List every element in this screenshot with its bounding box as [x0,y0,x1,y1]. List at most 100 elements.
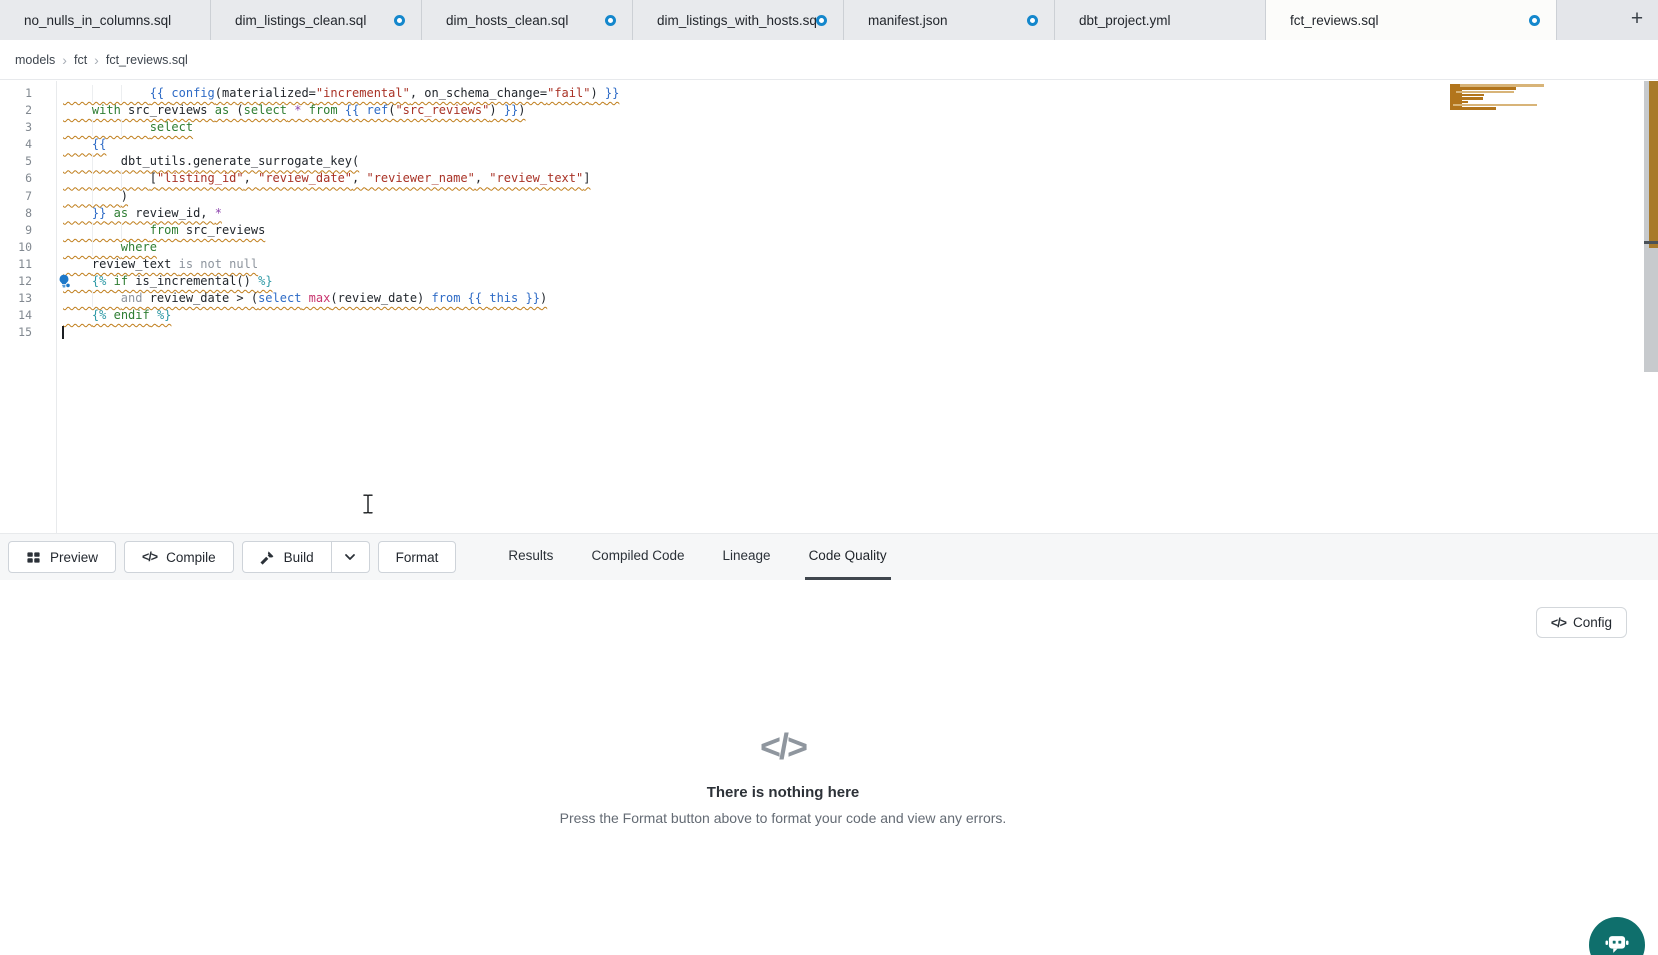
build-button[interactable]: Build [242,541,332,573]
modified-dot-icon [1529,15,1540,26]
modified-dot-icon [394,15,405,26]
code-icon: </> [1551,616,1566,630]
code-area[interactable]: {{ config(materialized="incremental", on… [63,81,1548,341]
breadcrumb-item[interactable]: fct_reviews.sql [106,53,188,67]
build-split-button: Build [242,541,370,573]
panel-tab-lineage[interactable]: Lineage [719,534,775,580]
code-line-3[interactable]: select [63,119,1548,136]
empty-state-description: Press the Format button above to format … [0,810,1566,826]
code-line-2[interactable]: with src_reviews as (select * from {{ re… [63,102,1548,119]
code-line-9[interactable]: from src_reviews [63,222,1548,239]
code-line-15[interactable] [63,324,1548,341]
minimap-line [1450,101,1468,104]
tab-dim_hosts_clean.sql[interactable]: dim_hosts_clean.sql [422,0,633,40]
breadcrumb-item[interactable]: fct [74,53,87,67]
robot-icon [1602,928,1632,955]
tab-bar: no_nulls_in_columns.sql dim_listings_clea… [0,0,1658,40]
tab-dbt_project.yml[interactable]: dbt_project.yml [1055,0,1266,40]
tab-manifest.json[interactable]: manifest.json [844,0,1055,40]
panel-tabs: Results Compiled Code Lineage Code Quality [504,534,890,580]
modified-dot-icon [1027,15,1038,26]
bottom-toolbar: Preview </> Compile Build Format Results Comp… [0,533,1658,580]
line-number: 2 [0,102,32,119]
code-line-8[interactable]: }} as review_id, * [63,205,1548,222]
scrollbar[interactable] [1644,81,1658,372]
compile-button[interactable]: </> Compile [124,541,234,573]
tab-dim_listings_with_hosts.sql[interactable]: dim_listings_with_hosts.sql [633,0,844,40]
line-number: 3 [0,119,32,136]
line-number: 7 [0,188,32,205]
modified-dot-icon [605,15,616,26]
button-label: Compile [166,550,216,565]
code-line-12[interactable]: {% if is_incremental() %} [63,273,1548,290]
lightbulb-hint-icon[interactable] [57,274,71,289]
code-line-7[interactable]: ) [63,188,1548,205]
scrollbar-cursor-mark [1644,241,1658,244]
build-dropdown-button[interactable] [332,541,370,573]
minimap-line [1450,94,1484,97]
line-number: 9 [0,222,32,239]
code-line-4[interactable]: {{ [63,136,1548,153]
empty-state-title: There is nothing here [0,784,1566,801]
chevron-right-icon: › [94,52,99,68]
mouse-ibeam-cursor [362,494,374,519]
code-line-5[interactable]: dbt_utils.generate_surrogate_key( [63,153,1548,170]
text-caret [62,326,64,339]
minimap-line [1460,84,1544,87]
table-icon [26,550,41,565]
line-number: 8 [0,205,32,222]
ide-window: no_nulls_in_columns.sql dim_listings_clea… [0,0,1658,955]
minimap[interactable] [1450,84,1546,114]
tab-dim_listings_clean.sql[interactable]: dim_listings_clean.sql [211,0,422,40]
tab-label: dim_listings_with_hosts.sql [657,13,816,28]
tab-fct_reviews.sql[interactable]: fct_reviews.sql [1266,0,1557,40]
line-number: 11 [0,256,32,273]
format-button[interactable]: Format [378,541,457,573]
panel-tab-compiled-code[interactable]: Compiled Code [587,534,688,580]
line-number: 15 [0,324,32,341]
code-line-11[interactable]: review_text is not null [63,256,1548,273]
chevron-down-icon [343,550,357,564]
line-number: 1 [0,85,32,102]
tab-label: manifest.json [868,13,948,28]
editor-header: models›fct›fct_reviews.sql Save [0,40,1658,80]
code-line-1[interactable]: {{ config(materialized="incremental", on… [63,85,1548,102]
tab-no_nulls_in_columns.sql[interactable]: no_nulls_in_columns.sql [0,0,211,40]
minimap-line [1453,97,1483,100]
button-label: Preview [50,550,98,565]
line-number: 6 [0,170,32,187]
code-line-14[interactable]: {% endif %} [63,307,1548,324]
panel-tab-results[interactable]: Results [504,534,557,580]
breadcrumb: models›fct›fct_reviews.sql [15,40,188,79]
minimap-line [1450,87,1516,90]
preview-button[interactable]: Preview [8,541,116,573]
minimap-line [1450,107,1496,110]
hammer-icon [260,550,275,565]
scrollbar-warning-annotations [1649,81,1658,248]
code-icon: </> [142,550,157,564]
config-button-label: Config [1573,615,1612,630]
config-button[interactable]: </> Config [1536,607,1627,638]
tab-label: fct_reviews.sql [1290,13,1379,28]
line-number: 12 [0,273,32,290]
new-tab-button[interactable]: + [1624,7,1650,33]
tab-label: dim_hosts_clean.sql [446,13,568,28]
breadcrumb-item[interactable]: models [15,53,55,67]
code-line-13[interactable]: and review_date > (select max(review_dat… [63,290,1548,307]
tab-label: dbt_project.yml [1079,13,1171,28]
button-label: Build [284,550,314,565]
tab-label: no_nulls_in_columns.sql [24,13,171,28]
button-label: Format [396,550,439,565]
minimap-line [1453,104,1537,107]
minimap-line [1456,91,1514,94]
code-editor[interactable]: 123456789101112131415 {{ config(material… [0,81,1658,533]
line-number: 14 [0,307,32,324]
panel-tab-code-quality[interactable]: Code Quality [805,534,891,580]
code-line-10[interactable]: where [63,239,1548,256]
panel-body: </> Config </> There is nothing here Pre… [0,581,1658,955]
code-line-6[interactable]: ["listing_id", "review_date", "reviewer_… [63,170,1548,187]
line-number: 10 [0,239,32,256]
line-number: 4 [0,136,32,153]
empty-state: </> There is nothing here Press the Form… [0,726,1566,826]
line-number: 5 [0,153,32,170]
